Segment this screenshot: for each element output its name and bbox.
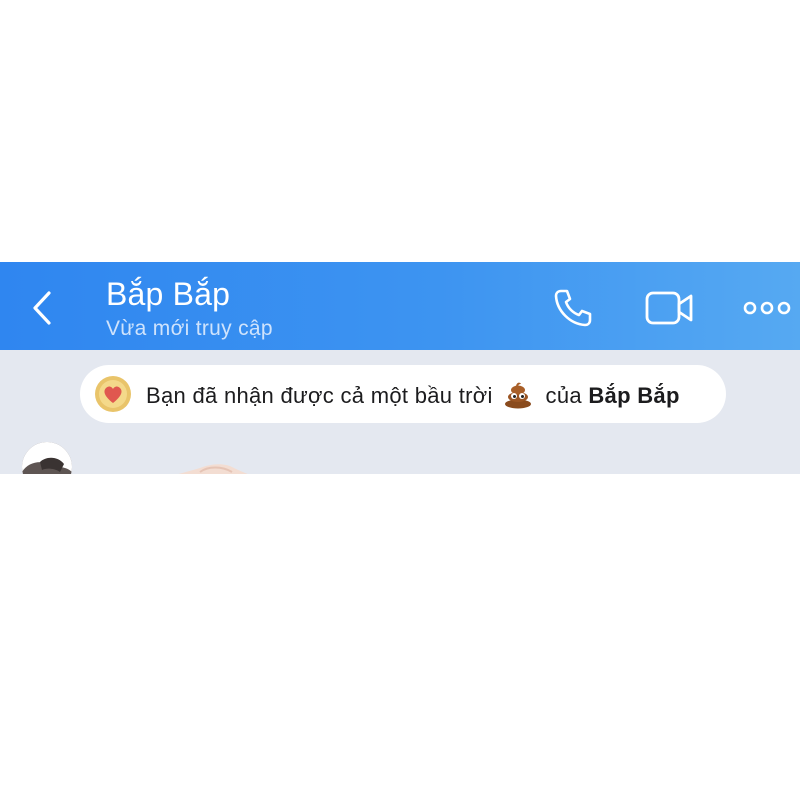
call-button[interactable] xyxy=(548,284,598,332)
pile-of-poo-emoji-icon xyxy=(505,382,532,409)
video-call-button[interactable] xyxy=(642,284,698,332)
chevron-left-icon xyxy=(33,291,51,325)
contact-title-block[interactable]: Bắp Bắp Vừa mới truy cập xyxy=(106,274,506,344)
contact-status: Vừa mới truy cập xyxy=(106,317,273,340)
back-button[interactable] xyxy=(22,284,62,332)
notice-contact-name: Bắp Bắp xyxy=(588,383,680,408)
photo-message-preview[interactable] xyxy=(150,454,270,474)
more-dots-icon xyxy=(743,301,791,315)
contact-name: Bắp Bắp xyxy=(106,276,231,312)
video-camera-icon xyxy=(645,291,693,325)
chat-screen: Bắp Bắp Vừa mới truy cập Bạn đã nhận đượ… xyxy=(0,262,800,474)
phone-icon xyxy=(554,289,592,327)
more-options-button[interactable] xyxy=(742,284,792,332)
notice-text-main: Bạn đã nhận được cả một bầu trời xyxy=(146,383,493,408)
notice-text: Bạn đã nhận được cả một bầu trời của Bắp… xyxy=(146,379,680,409)
chat-header: Bắp Bắp Vừa mới truy cập xyxy=(0,262,800,350)
heart-badge-icon xyxy=(95,376,131,412)
avatar[interactable] xyxy=(22,442,72,474)
notice-text-of: của xyxy=(545,383,582,408)
system-notice: Bạn đã nhận được cả một bầu trời của Bắp… xyxy=(80,365,726,423)
avatar-image xyxy=(22,442,72,474)
